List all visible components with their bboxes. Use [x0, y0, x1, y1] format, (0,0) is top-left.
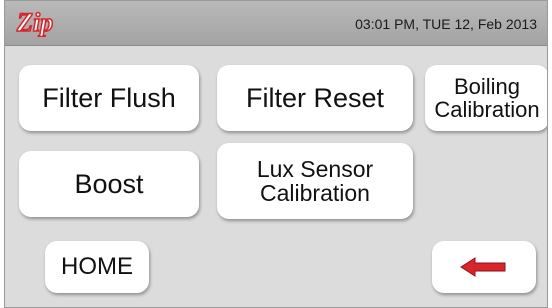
home-button[interactable]: HOME [45, 241, 149, 293]
zip-logo: Zip [15, 7, 54, 37]
boost-button[interactable]: Boost [19, 151, 199, 217]
touch-screen: Zip 03:01 PM, TUE 12, Feb 2013 Filter Fl… [4, 0, 548, 308]
lux-sensor-calibration-button[interactable]: Lux Sensor Calibration [217, 143, 413, 219]
filter-reset-label: Filter Reset [245, 82, 385, 113]
filter-reset-button[interactable]: Filter Reset [217, 65, 413, 131]
boiling-calibration-button[interactable]: Boiling Calibration [425, 65, 547, 131]
back-button[interactable] [432, 241, 536, 293]
boiling-calibration-label: Boiling Calibration [434, 73, 540, 122]
header-bar: Zip 03:01 PM, TUE 12, Feb 2013 [5, 1, 547, 46]
svg-text:Zip: Zip [16, 8, 53, 37]
boost-label: Boost [74, 168, 144, 199]
home-label: HOME [61, 253, 133, 281]
lux-sensor-calibration-label: Lux Sensor Calibration [256, 155, 374, 206]
filter-flush-label: Filter Flush [42, 82, 176, 113]
filter-flush-button[interactable]: Filter Flush [19, 65, 199, 131]
date-time-display: 03:01 PM, TUE 12, Feb 2013 [355, 16, 537, 32]
left-arrow-icon [460, 257, 506, 277]
